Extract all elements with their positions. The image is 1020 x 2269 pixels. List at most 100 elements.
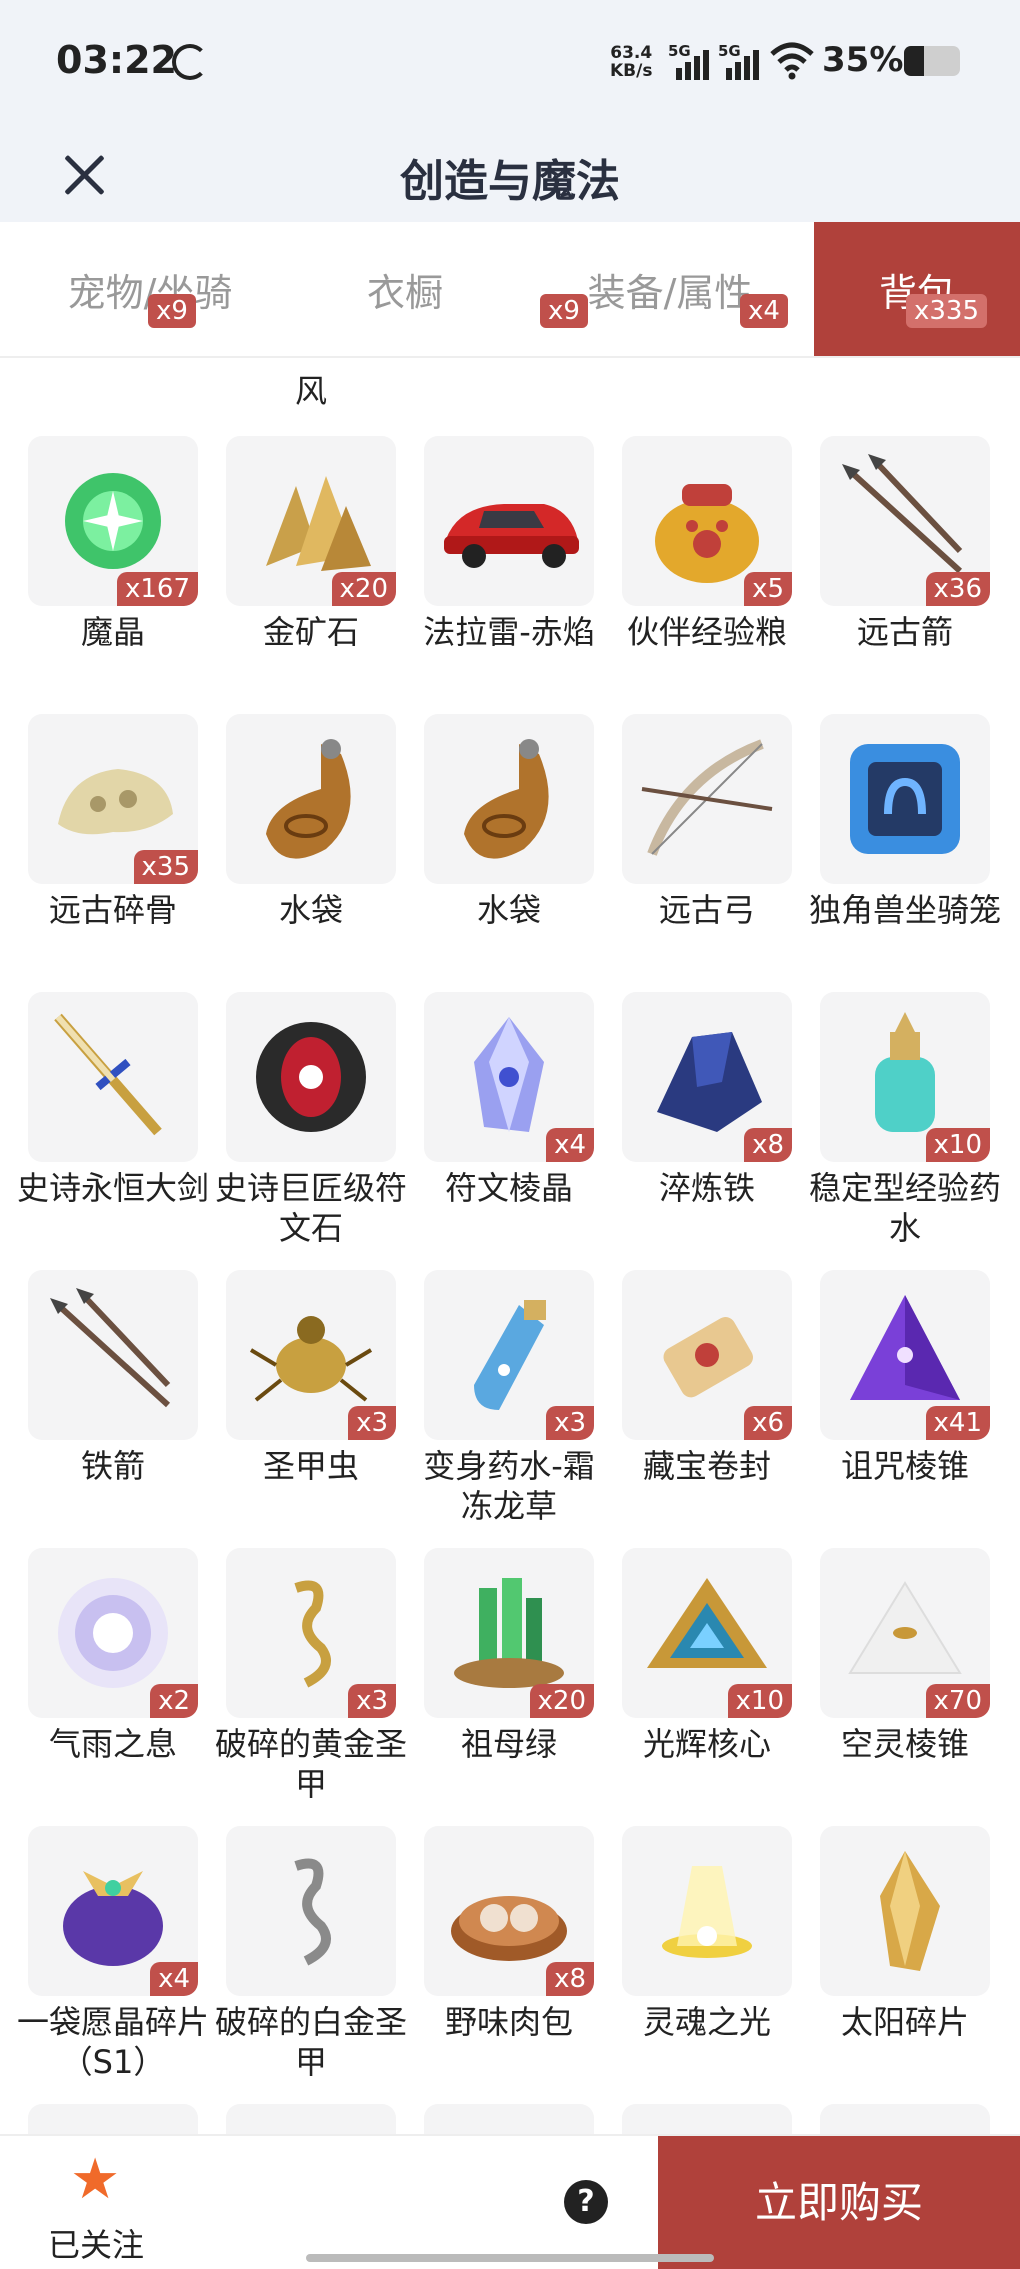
item-name: 金矿石 xyxy=(262,613,359,651)
item-name: 史诗巨匠级符文石 xyxy=(214,1169,407,1247)
item-tile xyxy=(820,714,990,884)
item-tile[interactable] xyxy=(622,2104,792,2134)
swirl-icon xyxy=(172,44,208,80)
quantity-badge: x3 xyxy=(348,1684,396,1718)
quantity-badge: x2 xyxy=(150,1684,198,1718)
item-tile xyxy=(226,714,396,884)
item-name: 圣甲虫 xyxy=(262,1447,359,1485)
item-tile[interactable] xyxy=(28,2104,198,2134)
item-tile: x5 xyxy=(622,436,792,606)
item-tile[interactable] xyxy=(820,2104,990,2134)
platinum-shard-icon xyxy=(294,1858,331,1966)
quantity-badge: x10 xyxy=(925,1128,990,1162)
item-name: 魔晶 xyxy=(80,613,145,651)
item-name: 独角兽坐骑笼 xyxy=(808,891,1001,929)
quantity-badge: x5 xyxy=(744,572,792,606)
item-name: 破碎的白金圣甲 xyxy=(214,2003,407,2081)
item-name: 诅咒棱锥 xyxy=(840,1447,969,1485)
water-bag-icon xyxy=(266,739,351,859)
previous-row-partial: 风 xyxy=(0,356,1020,410)
quantity-badge: x8 xyxy=(744,1128,792,1162)
quantity-badge: x3 xyxy=(348,1406,396,1440)
page-title: 创造与魔法 xyxy=(400,156,620,207)
item-name: 远古碎骨 xyxy=(48,891,177,929)
item-tile: x20 xyxy=(226,436,396,606)
item-name: 一袋愿晶碎片（S1） xyxy=(16,2003,209,2081)
help-icon[interactable]: ? xyxy=(564,2180,608,2224)
network-speed: 63.4 KB/s xyxy=(610,43,653,81)
sun-shard-icon xyxy=(880,1851,940,1971)
item-tile xyxy=(28,992,198,1162)
signal-icon: 5G xyxy=(718,42,764,80)
item-tile: x3 xyxy=(226,1548,396,1718)
star-icon: ★ xyxy=(70,2147,121,2212)
quantity-badge: x20 xyxy=(331,572,396,606)
item-grid: 风 x167 魔晶 x20 金矿石 法拉雷-赤焰 x5 伙伴经验粮 x36 远古箭 x35 远古碎骨… xyxy=(0,356,1020,2134)
item-tile[interactable] xyxy=(226,2104,396,2134)
item-tile xyxy=(622,714,792,884)
item-tile xyxy=(820,1826,990,1996)
item-tile: x4 xyxy=(424,992,594,1162)
tab-pets-mounts[interactable]: 宠物/坐骑 x9 xyxy=(30,222,270,356)
item-tile xyxy=(28,1270,198,1440)
item-name: 水袋 xyxy=(278,891,343,929)
tab-count-badge: x4 xyxy=(740,294,788,328)
item-tile: x35 xyxy=(28,714,198,884)
quantity-badge: x167 xyxy=(116,572,198,606)
unicorn-cage-icon xyxy=(850,744,960,854)
item-name: 远古箭 xyxy=(856,613,953,651)
quantity-badge: x41 xyxy=(925,1406,990,1440)
signal-icon: 5G xyxy=(668,42,714,80)
item-name: 藏宝卷封 xyxy=(642,1447,771,1485)
item-tile: x36 xyxy=(820,436,990,606)
buy-now-button[interactable]: 立即购买 xyxy=(658,2136,1020,2269)
item-name: 气雨之息 xyxy=(48,1725,177,1763)
item-name: 变身药水-霜冻龙草 xyxy=(423,1447,595,1525)
water-bag-icon xyxy=(464,739,549,859)
quantity-badge: x35 xyxy=(133,850,198,884)
home-indicator[interactable] xyxy=(306,2254,714,2262)
item-name: 光辉核心 xyxy=(642,1725,771,1763)
item-tile xyxy=(424,714,594,884)
item-tile: x70 xyxy=(820,1548,990,1718)
quantity-badge: x20 xyxy=(529,1684,594,1718)
item-name: 法拉雷-赤焰 xyxy=(423,613,595,651)
item-name: 符文棱晶 xyxy=(444,1169,573,1207)
rune-stone-icon xyxy=(256,1022,366,1132)
item-tile xyxy=(622,1826,792,1996)
item-tile: x3 xyxy=(424,1270,594,1440)
status-bar: 03:22 63.4 KB/s 5G 5G 35% xyxy=(0,0,1020,125)
crossed-arrows-icon xyxy=(50,1288,171,1408)
battery-icon xyxy=(904,46,960,76)
item-name: 祖母绿 xyxy=(460,1725,557,1763)
item-name: 伙伴经验粮 xyxy=(626,613,787,651)
item-name: 破碎的黄金圣甲 xyxy=(214,1725,407,1803)
item-tile: x6 xyxy=(622,1270,792,1440)
item-tile: x2 xyxy=(28,1548,198,1718)
tab-backpack[interactable]: 背包 x335 xyxy=(814,222,1020,356)
item-tile xyxy=(226,992,396,1162)
tab-wardrobe[interactable]: 衣橱 x9 xyxy=(300,222,588,356)
item-tile: x8 xyxy=(424,1826,594,1996)
tab-equipment[interactable]: 装备/属性 x4 xyxy=(550,222,790,356)
item-name: 稳定型经验药水 xyxy=(808,1169,1001,1247)
item-name: 远古弓 xyxy=(658,891,755,929)
item-name: 水袋 xyxy=(476,891,541,929)
item-tile[interactable] xyxy=(424,2104,594,2134)
item-name: 史诗永恒大剑 xyxy=(16,1169,209,1207)
wifi-icon xyxy=(770,42,814,80)
tab-count-badge: x9 xyxy=(148,294,196,328)
bottom-bar: ★ 已关注 ? 立即购买 xyxy=(0,2134,1020,2269)
quantity-badge: x4 xyxy=(150,1962,198,1996)
quantity-badge: x70 xyxy=(925,1684,990,1718)
item-tile: x20 xyxy=(424,1548,594,1718)
tab-count-badge: x335 xyxy=(906,294,988,328)
item-tile: x41 xyxy=(820,1270,990,1440)
quantity-badge: x36 xyxy=(925,572,990,606)
quantity-badge: x4 xyxy=(546,1128,594,1162)
item-name: 空灵棱锥 xyxy=(840,1725,969,1763)
item-tile: x8 xyxy=(622,992,792,1162)
item-name: 淬炼铁 xyxy=(658,1169,755,1207)
item-tile xyxy=(226,1826,396,1996)
item-tile: x10 xyxy=(622,1548,792,1718)
